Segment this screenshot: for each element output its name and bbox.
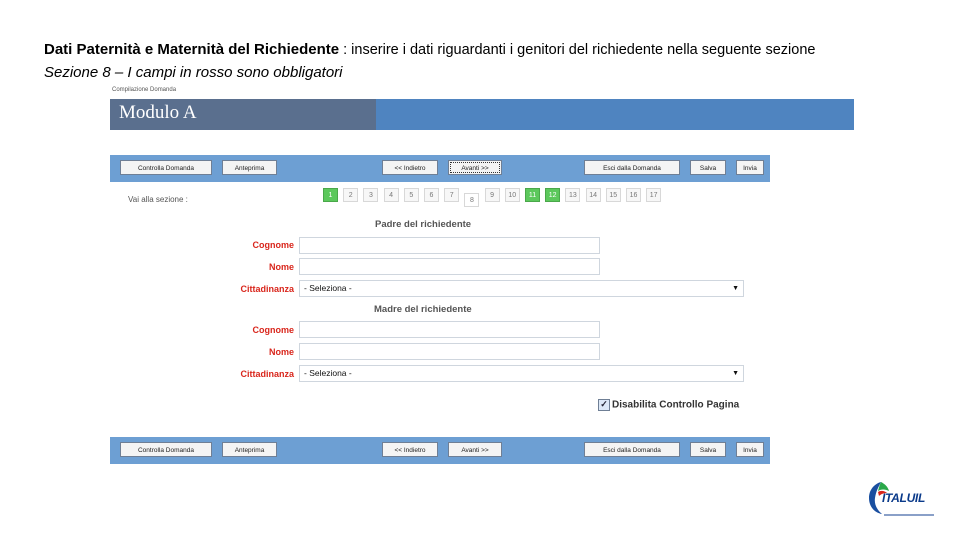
esci-domanda-button[interactable]: Esci dalla Domanda — [584, 442, 680, 457]
padre-nome-field[interactable] — [299, 258, 600, 275]
avanti-button[interactable]: Avanti >> — [448, 442, 502, 457]
salva-button[interactable]: Salva — [690, 160, 726, 175]
section-page-1[interactable]: 1 — [323, 188, 338, 202]
section-page-4[interactable]: 4 — [383, 188, 399, 202]
padre-cittadinanza-label: Cittadinanza — [240, 284, 294, 294]
invia-button[interactable]: Invia — [736, 160, 764, 175]
indietro-button[interactable]: << Indietro — [382, 442, 438, 457]
section-page-15[interactable]: 15 — [605, 188, 621, 202]
section-page-6[interactable]: 6 — [424, 188, 439, 202]
section-page-16[interactable]: 16 — [626, 188, 641, 202]
avanti-button[interactable]: Avanti >> — [448, 160, 502, 175]
logo-underline — [884, 514, 934, 516]
padre-cognome-label: Cognome — [252, 240, 295, 250]
indietro-button[interactable]: << Indietro — [382, 160, 438, 175]
section-page-9[interactable]: 9 — [484, 188, 500, 202]
anteprima-button[interactable]: Anteprima — [222, 442, 277, 457]
logo-wordmark: ITALUIL — [882, 491, 925, 505]
padre-cognome-field[interactable] — [299, 237, 600, 254]
invia-button[interactable]: Invia — [736, 442, 764, 457]
section-page-10[interactable]: 10 — [504, 188, 520, 202]
madre-nome-label: Nome — [268, 347, 294, 357]
section-page-3[interactable]: 3 — [363, 188, 379, 202]
anteprima-button[interactable]: Anteprima — [222, 160, 277, 175]
dropdown-arrow-icon: ▼ — [732, 285, 739, 292]
page-title: Modulo A — [119, 102, 197, 123]
section-page-2[interactable]: 2 — [343, 188, 359, 202]
slide-heading-rest: : inserire i dati riguardanti i genitori… — [339, 42, 816, 58]
padre-section-title: Padre del richiedente — [375, 219, 472, 230]
section-page-13[interactable]: 13 — [565, 188, 581, 202]
controlla-domanda-button[interactable]: Controlla Domanda — [120, 160, 212, 175]
madre-cittadinanza-label: Cittadinanza — [240, 369, 294, 379]
madre-nome-field[interactable] — [299, 343, 600, 360]
slide-heading: Dati Paternità e Maternità del Richieden… — [44, 41, 815, 58]
controlla-domanda-button[interactable]: Controlla Domanda — [120, 442, 212, 457]
disabilita-controllo-checkbox[interactable]: ✓ — [598, 399, 610, 411]
breadcrumb: Compilazione Domanda — [112, 87, 177, 93]
toolbar-bottom: Controlla Domanda Anteprima << Indietro … — [110, 437, 770, 464]
slide-subheading: Sezione 8 – I campi in rosso sono obblig… — [44, 64, 343, 81]
toolbar-top: Controlla Domanda Anteprima << Indietro … — [110, 155, 770, 182]
disabilita-controllo-option: ✓ Disabilita Controllo Pagina — [598, 399, 739, 411]
madre-cittadinanza-select[interactable]: - Seleziona - ▼ — [299, 365, 744, 382]
slide-heading-bold: Dati Paternità e Maternità del Richieden… — [44, 41, 340, 58]
madre-section-title: Madre del richiedente — [374, 304, 472, 315]
section-page-12[interactable]: 12 — [545, 188, 561, 202]
disabilita-controllo-label: Disabilita Controllo Pagina — [612, 399, 740, 411]
section-page-14[interactable]: 14 — [585, 188, 601, 202]
esci-domanda-button[interactable]: Esci dalla Domanda — [584, 160, 680, 175]
app-banner: Modulo A — [110, 99, 854, 130]
section-page-8[interactable]: 8 — [464, 193, 480, 207]
section-page-7[interactable]: 7 — [444, 188, 460, 202]
italuil-logo: ITALUIL — [866, 478, 938, 520]
madre-cognome-label: Cognome — [252, 325, 295, 335]
section-page-5[interactable]: 5 — [403, 188, 419, 202]
padre-cittadinanza-value: - Seleziona - — [304, 283, 352, 293]
padre-cittadinanza-select[interactable]: - Seleziona - ▼ — [299, 280, 744, 297]
salva-button[interactable]: Salva — [690, 442, 726, 457]
section-page-17[interactable]: 17 — [646, 188, 662, 202]
dropdown-arrow-icon: ▼ — [732, 370, 739, 377]
section-nav-label: Vai alla sezione : — [128, 195, 188, 204]
madre-cognome-field[interactable] — [299, 321, 600, 338]
section-page-11[interactable]: 11 — [525, 188, 540, 202]
padre-nome-label: Nome — [268, 262, 294, 272]
madre-cittadinanza-value: - Seleziona - — [304, 368, 352, 378]
